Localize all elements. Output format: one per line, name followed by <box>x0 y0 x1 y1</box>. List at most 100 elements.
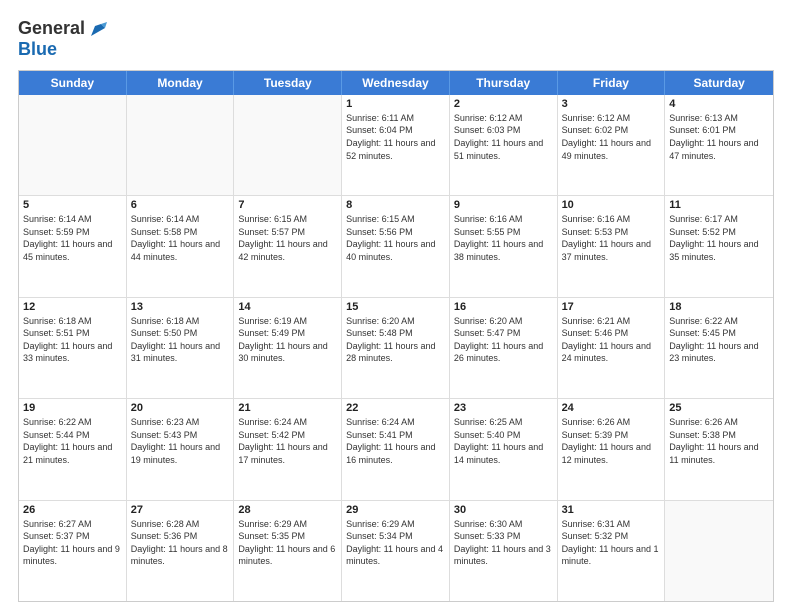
calendar-header: SundayMondayTuesdayWednesdayThursdayFrid… <box>19 71 773 95</box>
cell-info: Sunrise: 6:28 AMSunset: 5:36 PMDaylight:… <box>131 518 230 568</box>
cell-info: Sunrise: 6:25 AMSunset: 5:40 PMDaylight:… <box>454 416 553 466</box>
day-number: 30 <box>454 504 553 516</box>
day-cell-19: 19 Sunrise: 6:22 AMSunset: 5:44 PMDayligh… <box>19 399 127 499</box>
day-of-week-friday: Friday <box>558 71 666 95</box>
day-cell-4: 4Sunrise: 6:13 AMSunset: 6:01 PMDaylight… <box>665 95 773 195</box>
calendar-row-2: 5 Sunrise: 6:14 AMSunset: 5:59 PMDaylight… <box>19 196 773 297</box>
day-number: 20 <box>131 402 230 414</box>
day-cell-2: 2 Sunrise: 6:12 AMSunset: 6:03 PMDaylight… <box>450 95 558 195</box>
day-cell-10: 10 Sunrise: 6:16 AMSunset: 5:53 PMDayligh… <box>558 196 666 296</box>
cell-info: Sunrise: 6:23 AMSunset: 5:43 PMDaylight:… <box>131 416 230 466</box>
day-cell-15: 15 Sunrise: 6:20 AMSunset: 5:48 PMDayligh… <box>342 298 450 398</box>
cell-info: Sunrise: 6:24 AMSunset: 5:42 PMDaylight:… <box>238 416 337 466</box>
day-number: 29 <box>346 504 445 516</box>
cell-info: Sunrise: 6:24 AMSunset: 5:41 PMDaylight:… <box>346 416 445 466</box>
cell-info: Sunrise: 6:11 AMSunset: 6:04 PMDaylight:… <box>346 112 445 162</box>
day-cell-5: 5 Sunrise: 6:14 AMSunset: 5:59 PMDaylight… <box>19 196 127 296</box>
cell-info: Sunrise: 6:21 AMSunset: 5:46 PMDaylight:… <box>562 315 661 365</box>
day-cell-28: 28Sunrise: 6:29 AMSunset: 5:35 PMDayligh… <box>234 501 342 601</box>
cell-info: Sunrise: 6:15 AMSunset: 5:56 PMDaylight:… <box>346 213 445 263</box>
day-number: 8 <box>346 199 445 211</box>
day-cell-21: 21 Sunrise: 6:24 AMSunset: 5:42 PMDayligh… <box>234 399 342 499</box>
cell-info: Sunrise: 6:14 AMSunset: 5:58 PMDaylight:… <box>131 213 230 263</box>
day-cell-6: 6 Sunrise: 6:14 AMSunset: 5:58 PMDaylight… <box>127 196 235 296</box>
calendar-row-5: 26 Sunrise: 6:27 AMSunset: 5:37 PMDayligh… <box>19 501 773 601</box>
day-number: 26 <box>23 504 122 516</box>
day-number: 24 <box>562 402 661 414</box>
day-cell-16: 16 Sunrise: 6:20 AMSunset: 5:47 PMDayligh… <box>450 298 558 398</box>
day-cell-14: 14Sunrise: 6:19 AMSunset: 5:49 PMDayligh… <box>234 298 342 398</box>
day-of-week-wednesday: Wednesday <box>342 71 450 95</box>
day-cell-18: 18Sunrise: 6:22 AMSunset: 5:45 PMDayligh… <box>665 298 773 398</box>
cell-info: Sunrise: 6:12 AMSunset: 6:02 PMDaylight:… <box>562 112 661 162</box>
cell-info: Sunrise: 6:19 AMSunset: 5:49 PMDaylight:… <box>238 315 337 365</box>
cell-info: Sunrise: 6:12 AMSunset: 6:03 PMDaylight:… <box>454 112 553 162</box>
header: General Blue <box>18 18 774 60</box>
logo-general-text: General <box>18 19 85 39</box>
logo-icon <box>87 18 109 40</box>
cell-info: Sunrise: 6:31 AMSunset: 5:32 PMDaylight:… <box>562 518 661 568</box>
day-number: 10 <box>562 199 661 211</box>
cell-info: Sunrise: 6:15 AMSunset: 5:57 PMDaylight:… <box>238 213 337 263</box>
day-number: 27 <box>131 504 230 516</box>
day-cell-29: 29 Sunrise: 6:29 AMSunset: 5:34 PMDayligh… <box>342 501 450 601</box>
day-number: 12 <box>23 301 122 313</box>
page: General Blue SundayMondayTuesdayWednesda… <box>0 0 792 612</box>
calendar: SundayMondayTuesdayWednesdayThursdayFrid… <box>18 70 774 602</box>
day-cell-27: 27 Sunrise: 6:28 AMSunset: 5:36 PMDayligh… <box>127 501 235 601</box>
day-number: 7 <box>238 199 337 211</box>
day-cell-17: 17 Sunrise: 6:21 AMSunset: 5:46 PMDayligh… <box>558 298 666 398</box>
day-of-week-saturday: Saturday <box>665 71 773 95</box>
day-cell-9: 9Sunrise: 6:16 AMSunset: 5:55 PMDaylight… <box>450 196 558 296</box>
cell-info: Sunrise: 6:13 AMSunset: 6:01 PMDaylight:… <box>669 112 769 162</box>
day-cell-26: 26 Sunrise: 6:27 AMSunset: 5:37 PMDayligh… <box>19 501 127 601</box>
cell-info: Sunrise: 6:29 AMSunset: 5:35 PMDaylight:… <box>238 518 337 568</box>
empty-cell <box>665 501 773 601</box>
day-number: 2 <box>454 98 553 110</box>
day-number: 25 <box>669 402 769 414</box>
calendar-row-4: 19 Sunrise: 6:22 AMSunset: 5:44 PMDayligh… <box>19 399 773 500</box>
day-number: 18 <box>669 301 769 313</box>
cell-info: Sunrise: 6:20 AMSunset: 5:48 PMDaylight:… <box>346 315 445 365</box>
day-number: 15 <box>346 301 445 313</box>
day-cell-30: 30Sunrise: 6:30 AMSunset: 5:33 PMDayligh… <box>450 501 558 601</box>
cell-info: Sunrise: 6:29 AMSunset: 5:34 PMDaylight:… <box>346 518 445 568</box>
day-number: 21 <box>238 402 337 414</box>
cell-info: Sunrise: 6:14 AMSunset: 5:59 PMDaylight:… <box>23 213 122 263</box>
cell-info: Sunrise: 6:18 AMSunset: 5:51 PMDaylight:… <box>23 315 122 365</box>
day-number: 22 <box>346 402 445 414</box>
day-number: 9 <box>454 199 553 211</box>
day-cell-8: 8 Sunrise: 6:15 AMSunset: 5:56 PMDaylight… <box>342 196 450 296</box>
cell-info: Sunrise: 6:27 AMSunset: 5:37 PMDaylight:… <box>23 518 122 568</box>
logo-blue-text: Blue <box>18 40 109 60</box>
day-number: 13 <box>131 301 230 313</box>
day-cell-22: 22 Sunrise: 6:24 AMSunset: 5:41 PMDayligh… <box>342 399 450 499</box>
cell-info: Sunrise: 6:26 AMSunset: 5:39 PMDaylight:… <box>562 416 661 466</box>
empty-cell <box>19 95 127 195</box>
day-number: 3 <box>562 98 661 110</box>
cell-info: Sunrise: 6:18 AMSunset: 5:50 PMDaylight:… <box>131 315 230 365</box>
calendar-row-1: 1 Sunrise: 6:11 AMSunset: 6:04 PMDaylight… <box>19 95 773 196</box>
day-number: 6 <box>131 199 230 211</box>
day-number: 1 <box>346 98 445 110</box>
day-cell-25: 25Sunrise: 6:26 AMSunset: 5:38 PMDayligh… <box>665 399 773 499</box>
day-cell-24: 24 Sunrise: 6:26 AMSunset: 5:39 PMDayligh… <box>558 399 666 499</box>
empty-cell <box>234 95 342 195</box>
cell-info: Sunrise: 6:16 AMSunset: 5:53 PMDaylight:… <box>562 213 661 263</box>
day-cell-23: 23Sunrise: 6:25 AMSunset: 5:40 PMDayligh… <box>450 399 558 499</box>
logo: General Blue <box>18 18 109 60</box>
cell-info: Sunrise: 6:22 AMSunset: 5:44 PMDaylight:… <box>23 416 122 466</box>
day-cell-12: 12 Sunrise: 6:18 AMSunset: 5:51 PMDayligh… <box>19 298 127 398</box>
cell-info: Sunrise: 6:17 AMSunset: 5:52 PMDaylight:… <box>669 213 769 263</box>
day-number: 19 <box>23 402 122 414</box>
day-cell-13: 13 Sunrise: 6:18 AMSunset: 5:50 PMDayligh… <box>127 298 235 398</box>
day-number: 5 <box>23 199 122 211</box>
empty-cell <box>127 95 235 195</box>
day-cell-11: 11Sunrise: 6:17 AMSunset: 5:52 PMDayligh… <box>665 196 773 296</box>
cell-info: Sunrise: 6:20 AMSunset: 5:47 PMDaylight:… <box>454 315 553 365</box>
day-of-week-monday: Monday <box>127 71 235 95</box>
day-number: 16 <box>454 301 553 313</box>
day-of-week-thursday: Thursday <box>450 71 558 95</box>
day-number: 17 <box>562 301 661 313</box>
day-cell-7: 7 Sunrise: 6:15 AMSunset: 5:57 PMDaylight… <box>234 196 342 296</box>
